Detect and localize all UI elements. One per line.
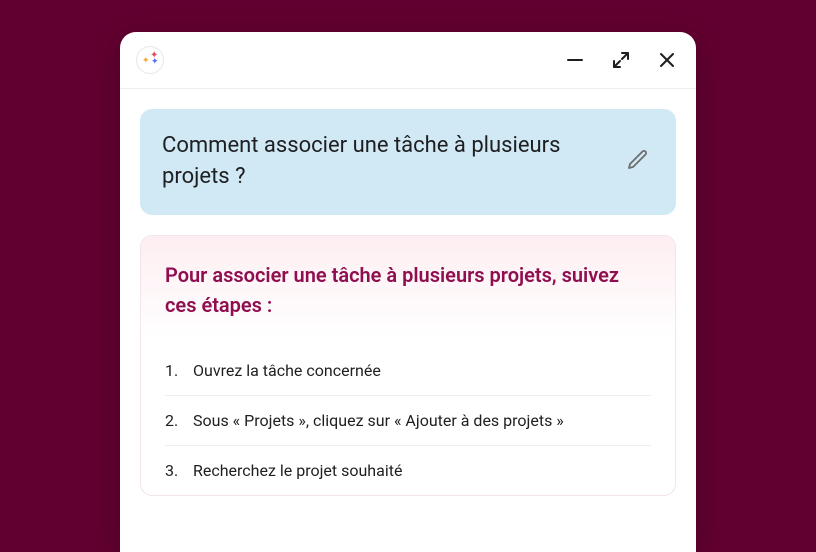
answer-header: Pour associer une tâche à plusieurs proj… [141, 236, 675, 338]
expand-button[interactable] [612, 51, 630, 69]
step-item: 1. Ouvrez la tâche concernée [165, 346, 651, 396]
ai-assistant-panel: ✦ ✦ ✦ [120, 32, 696, 552]
edit-question-button[interactable] [622, 144, 654, 180]
step-item: 2. Sous « Projets », cliquez sur « Ajout… [165, 396, 651, 446]
step-number: 3. [165, 461, 183, 480]
step-number: 2. [165, 411, 183, 430]
answer-title: Pour associer une tâche à plusieurs proj… [165, 260, 651, 320]
step-text: Recherchez le projet souhaité [193, 461, 402, 480]
step-item: 3. Recherchez le projet souhaité [165, 446, 651, 495]
minimize-icon [566, 51, 584, 69]
step-text: Ouvrez la tâche concernée [193, 361, 381, 380]
step-text: Sous « Projets », cliquez sur « Ajouter … [193, 411, 564, 430]
minimize-button[interactable] [566, 51, 584, 69]
close-icon [658, 51, 676, 69]
user-question-card: Comment associer une tâche à plusieurs p… [140, 109, 676, 215]
app-logo: ✦ ✦ ✦ [136, 46, 164, 74]
question-text: Comment associer une tâche à plusieurs p… [162, 131, 610, 193]
window-controls [566, 51, 676, 69]
titlebar: ✦ ✦ ✦ [120, 32, 696, 89]
sparkle-icon: ✦ [151, 58, 159, 67]
content-area: Comment associer une tâche à plusieurs p… [120, 89, 696, 496]
steps-list: 1. Ouvrez la tâche concernée 2. Sous « P… [141, 338, 675, 495]
assistant-answer-card: Pour associer une tâche à plusieurs proj… [140, 235, 676, 496]
step-number: 1. [165, 361, 183, 380]
expand-icon [612, 51, 630, 69]
pencil-icon [626, 148, 650, 172]
close-button[interactable] [658, 51, 676, 69]
titlebar-left: ✦ ✦ ✦ [136, 46, 164, 74]
sparkle-icon: ✦ [142, 57, 150, 66]
